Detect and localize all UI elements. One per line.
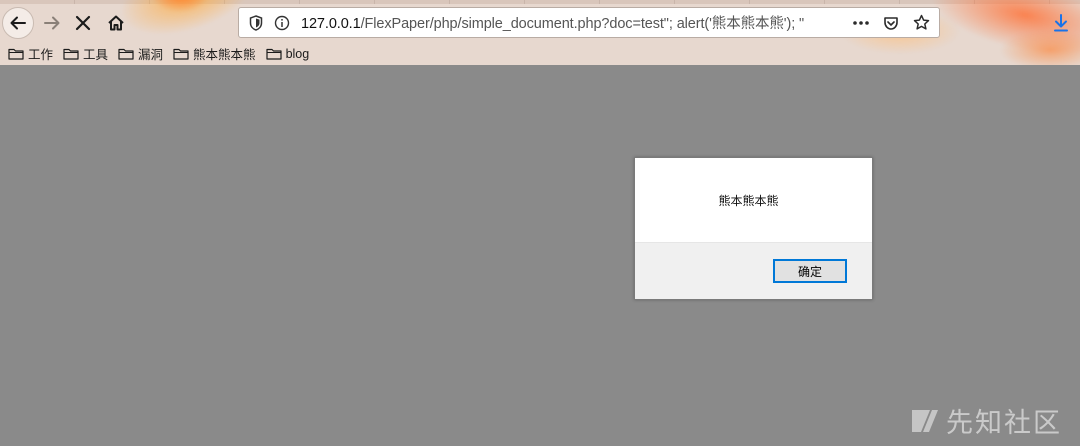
home-icon: [108, 15, 124, 31]
pocket-icon[interactable]: [879, 11, 903, 35]
alert-dialog: 熊本熊本熊 确定: [634, 157, 873, 300]
url-host: 127.0.0.1: [301, 16, 361, 32]
back-arrow-icon: [10, 16, 26, 30]
star-icon[interactable]: [909, 11, 933, 35]
address-bar[interactable]: 127.0.0.1/FlexPaper/php/simple_document.…: [238, 7, 940, 38]
more-actions-icon[interactable]: [849, 11, 873, 35]
alert-footer: 确定: [635, 242, 872, 299]
stop-icon: [75, 15, 91, 31]
folder-icon: [63, 48, 79, 60]
bookmark-label: blog: [285, 46, 310, 61]
tracking-shield-icon[interactable]: [243, 10, 269, 36]
watermark: 先知社区: [910, 401, 1062, 440]
back-button[interactable]: [2, 7, 34, 39]
home-button[interactable]: [100, 7, 132, 39]
bookmark-label: 工作: [28, 48, 54, 62]
bookmark-folder-vulns[interactable]: 漏洞: [118, 44, 163, 63]
folder-icon: [265, 48, 282, 60]
stop-button[interactable]: [67, 7, 99, 39]
folder-icon: [118, 48, 134, 60]
folder-icon: [173, 48, 189, 60]
ok-button[interactable]: 确定: [773, 259, 847, 283]
bookmark-folder-blog[interactable]: blog: [265, 46, 310, 61]
forward-arrow-icon: [44, 16, 60, 30]
info-icon[interactable]: [269, 10, 295, 36]
bookmarks-toolbar: 工作 工具 漏洞 熊本熊本熊 blog: [8, 44, 309, 63]
alert-message: 熊本熊本熊: [718, 193, 779, 208]
bookmark-folder-kumamon[interactable]: 熊本熊本熊: [173, 44, 256, 63]
bookmark-label: 熊本熊本熊: [193, 48, 256, 62]
watermark-text: 先知社区: [946, 408, 1062, 439]
bookmark-folder-work[interactable]: 工作: [8, 44, 53, 63]
url-path: /FlexPaper/php/simple_document.php?doc=t…: [360, 16, 805, 32]
bookmark-label: 漏洞: [138, 48, 164, 62]
bookmark-label: 工具: [83, 48, 109, 62]
download-icon[interactable]: [1048, 10, 1074, 36]
xianzhi-logo-icon: [912, 409, 938, 432]
url-text[interactable]: 127.0.0.1/FlexPaper/php/simple_document.…: [301, 12, 849, 33]
folder-icon: [8, 48, 24, 60]
forward-button[interactable]: [36, 7, 68, 39]
bookmark-folder-tools[interactable]: 工具: [63, 44, 108, 63]
browser-toolbar: 127.0.0.1/FlexPaper/php/simple_document.…: [0, 0, 1080, 65]
